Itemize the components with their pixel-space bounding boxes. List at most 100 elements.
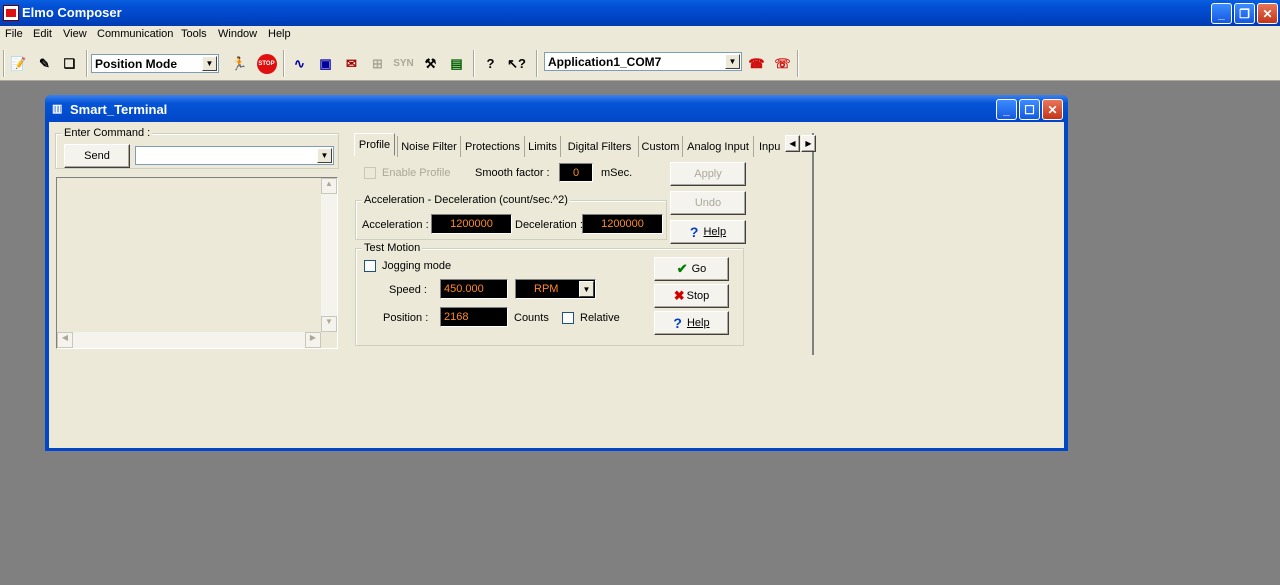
acceleration-field[interactable]: 1200000 [431, 214, 512, 234]
jogging-mode-label: Jogging mode [382, 260, 452, 272]
toolbar-separator [797, 50, 799, 77]
syn-icon: SYN [393, 58, 414, 69]
vertical-scrollbar[interactable]: ▲ ▼ [321, 178, 337, 332]
restore-button[interactable]: ❐ [1234, 3, 1255, 24]
disconnect-phone-icon[interactable]: ☏ [771, 52, 794, 75]
toolbar-separator [283, 50, 285, 77]
acceleration-label: Acceleration : [362, 219, 429, 231]
menu-file[interactable]: File [5, 28, 23, 40]
apply-button[interactable]: Apply [670, 162, 746, 186]
menu-tools[interactable]: Tools [181, 28, 207, 40]
tab-custom[interactable]: Custom [638, 136, 682, 157]
smooth-factor-label: Smooth factor : [475, 167, 550, 179]
tools-icon[interactable]: ⚒ [419, 52, 442, 75]
command-input[interactable]: ▼ [135, 146, 334, 165]
scroll-right-icon[interactable]: ▶ [305, 332, 321, 348]
relative-checkbox[interactable] [562, 312, 574, 324]
send-button[interactable]: Send [64, 144, 130, 168]
scroll-down-icon[interactable]: ▼ [321, 316, 337, 332]
tab-protections[interactable]: Protections [460, 136, 524, 157]
run-icon[interactable]: 🏃 [228, 52, 251, 75]
minimize-icon: _ [1218, 6, 1225, 21]
chevron-down-icon[interactable]: ▼ [202, 56, 217, 71]
chevron-down-icon[interactable]: ▼ [317, 148, 332, 163]
mode-select[interactable]: Position Mode ▼ [91, 54, 219, 73]
test-motion-group-label: Test Motion [362, 242, 423, 254]
accel-decel-group-label: Acceleration - Deceleration (count/sec.^… [362, 194, 570, 206]
windows-icon[interactable]: ❏ [58, 52, 81, 75]
close-button[interactable]: ✕ [1257, 3, 1278, 24]
toolbar-separator [473, 50, 475, 77]
position-field[interactable]: 2168 [440, 307, 508, 327]
tab-digital-filters[interactable]: Digital Filters [560, 136, 638, 157]
monitor-icon[interactable]: ▣ [314, 52, 337, 75]
toolbar-separator [536, 50, 538, 77]
help-icon: ? [673, 315, 682, 331]
tab-analog-input[interactable]: Analog Input [682, 136, 753, 157]
child-close-button[interactable]: ✕ [1042, 99, 1063, 120]
scroll-up-icon[interactable]: ▲ [321, 178, 337, 194]
chevron-down-icon[interactable]: ▼ [725, 54, 740, 69]
speed-unit-select[interactable]: RPM ▼ [515, 279, 596, 299]
tab-scroll-left-icon[interactable]: ◀ [785, 135, 800, 152]
tab-input[interactable]: Inpu [753, 136, 783, 157]
toolbar-separator [86, 50, 88, 77]
go-button[interactable]: ✔ Go [654, 257, 729, 281]
tab-noise-filter[interactable]: Noise Filter [397, 136, 460, 157]
profile-help-button[interactable]: ? Help [670, 220, 746, 244]
test-motion-help-button[interactable]: ? Help [654, 311, 729, 335]
undo-button[interactable]: Undo [670, 191, 746, 215]
menu-communication[interactable]: Communication [97, 28, 173, 40]
smooth-unit-label: mSec. [601, 167, 633, 179]
app-titlebar[interactable]: Elmo Composer _ ❐ ✕ [0, 0, 1280, 26]
minimize-button[interactable]: _ [1211, 3, 1232, 24]
context-help-icon[interactable]: ↖? [505, 52, 528, 75]
speed-field[interactable]: 450.000 [440, 279, 508, 299]
position-label: Position : [383, 312, 429, 324]
toolbar: 📝 ✎ ❏ Position Mode ▼ 🏃 STOP ∿ ▣ ✉ ⊞ SYN… [0, 45, 1280, 81]
stop-x-icon: ✖ [673, 288, 685, 303]
toolbar-grip [3, 50, 5, 77]
menu-window[interactable]: Window [218, 28, 257, 40]
enable-profile-checkbox[interactable] [364, 167, 376, 179]
chart-icon[interactable]: ▤ [445, 52, 468, 75]
connect-phone-icon[interactable]: ☎ [745, 52, 768, 75]
checkmark-icon: ✔ [676, 261, 688, 276]
maximize-icon: ☐ [1024, 102, 1035, 117]
child-titlebar[interactable]: ▥ Smart_Terminal _ ☐ ✕ [45, 95, 1068, 122]
smart-terminal-window: ▥ Smart_Terminal _ ☐ ✕ Enter Command : S… [45, 95, 1068, 451]
app-title: Elmo Composer [22, 5, 122, 20]
restore-icon: ❐ [1239, 6, 1250, 21]
app-logo-icon [3, 5, 19, 21]
help-icon[interactable]: ? [479, 52, 502, 75]
help-icon: ? [689, 224, 699, 240]
program-icon[interactable]: ✉ [340, 52, 363, 75]
tab-limits[interactable]: Limits [524, 136, 560, 157]
terminal-output[interactable]: ▲ ▼ ◀ ▶ [56, 177, 338, 349]
stop-button[interactable]: ✖ Stop [654, 284, 729, 308]
deceleration-field[interactable]: 1200000 [582, 214, 663, 234]
recorder-icon-disabled: ⊞ [372, 55, 383, 71]
menu-view[interactable]: View [63, 28, 87, 40]
connection-select-value: Application1_COM7 [548, 55, 662, 69]
jogging-mode-checkbox[interactable] [364, 260, 376, 272]
menu-help[interactable]: Help [268, 28, 291, 40]
scope-icon[interactable]: ∿ [288, 52, 311, 75]
menu-edit[interactable]: Edit [33, 28, 52, 40]
new-document-icon[interactable]: 📝 [7, 52, 30, 75]
child-minimize-button[interactable]: _ [996, 99, 1017, 120]
close-icon: ✕ [1047, 102, 1058, 117]
scroll-left-icon[interactable]: ◀ [57, 332, 73, 348]
child-maximize-button[interactable]: ☐ [1019, 99, 1040, 120]
horizontal-scrollbar[interactable]: ◀ ▶ [57, 332, 321, 348]
deceleration-label: Deceleration : [515, 219, 583, 231]
tab-profile[interactable]: Profile [354, 133, 395, 156]
tab-scroll-right-icon[interactable]: ▶ [801, 135, 816, 152]
stop-icon[interactable]: STOP [255, 52, 278, 75]
enable-profile-label: Enable Profile [382, 167, 451, 179]
smooth-factor-field[interactable]: 0 [559, 163, 593, 182]
minimize-icon: _ [1003, 102, 1010, 117]
chevron-down-icon[interactable]: ▼ [579, 281, 594, 297]
wizard-icon[interactable]: ✎ [33, 52, 56, 75]
connection-select[interactable]: Application1_COM7 ▼ [544, 52, 742, 71]
